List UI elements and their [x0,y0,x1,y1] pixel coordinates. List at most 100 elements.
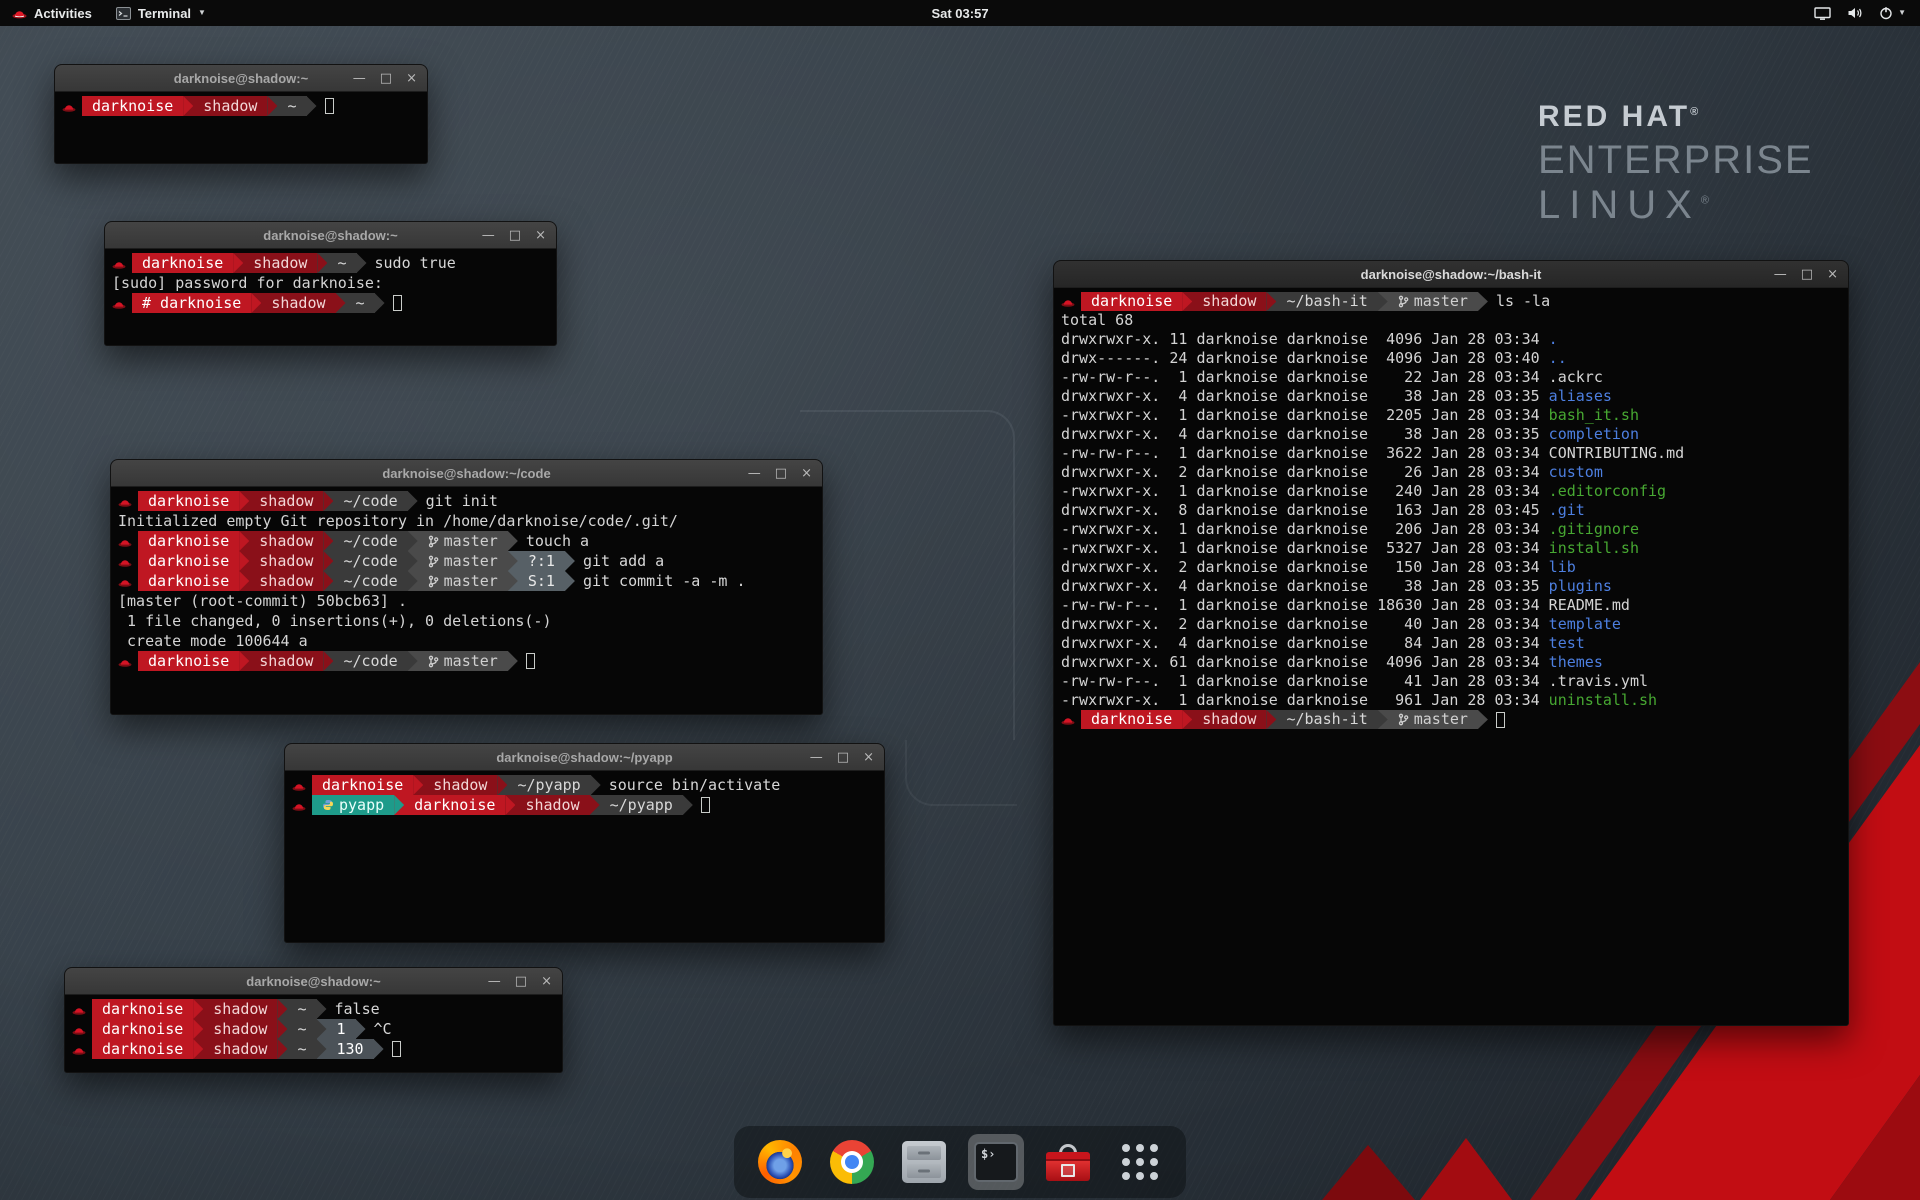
window-title: darknoise@shadow:~/bash-it [1361,267,1542,282]
terminal-icon [974,1142,1018,1182]
maximize-button[interactable]: □ [837,751,849,764]
window-titlebar[interactable]: darknoise@shadow:~/bash-it — □ × [1054,261,1848,288]
terminal-window-sudo[interactable]: darknoise@shadow:~—□×darknoiseshadow~sud… [104,221,557,346]
window-title: darknoise@shadow:~ [174,71,308,86]
maximize-button[interactable]: □ [1801,268,1813,281]
terminal-line: 1 file changed, 0 insertions(+), 0 delet… [118,611,815,631]
terminal-line: drwxrwxr-x. 2 darknoise darknoise 26 Jan… [1061,463,1841,482]
powerline-separator [1478,710,1488,729]
prompt-segment-path: ~/code [333,571,407,591]
dock-item-firefox[interactable] [752,1134,808,1190]
output-text: install.sh [1549,539,1639,558]
close-button[interactable]: × [863,751,874,764]
minimize-button[interactable]: — [748,467,761,480]
terminal-cursor [526,653,535,669]
minimize-button[interactable]: — [1774,268,1787,281]
terminal-line: darknoiseshadow~130 [72,1039,555,1059]
terminal-body[interactable]: darknoiseshadow~/pyappsource bin/activat… [285,771,884,819]
window-titlebar[interactable]: darknoise@shadow:~—□× [105,222,556,249]
powerline-separator [394,795,404,815]
terminal-body[interactable]: darknoiseshadow~ [55,92,427,120]
dock-item-terminal[interactable] [968,1134,1024,1190]
dock-item-files[interactable] [896,1134,952,1190]
powerline-separator [497,775,507,795]
prompt-segment-venv: pyapp [312,795,394,815]
prompt-segment-host: shadow [515,795,589,815]
desktop: RED HAT® ENTERPRISE LINUX® Activities Te… [0,0,1920,1200]
terminal-line: # darknoiseshadow~ [112,293,549,313]
terminal-body[interactable]: darknoiseshadow~sudo true[sudo] password… [105,249,556,317]
maximize-button[interactable]: □ [515,975,527,988]
redhat-prompt-icon [118,556,132,567]
close-button[interactable]: × [406,72,417,85]
close-button[interactable]: × [535,229,546,242]
output-text: drwxrwxr-x. 11 darknoise darknoise 4096 … [1061,330,1549,349]
terminal-window-bash-it[interactable]: darknoise@shadow:~/bash-it — □ × darknoisesh… [1053,260,1849,1026]
output-text: create mode 100644 a [118,631,308,651]
command-text: false [335,999,380,1019]
window-title: darknoise@shadow:~/code [382,466,550,481]
redhat-prompt-icon [112,298,126,309]
prompt-segment-path: ~/pyapp [600,795,683,815]
clock[interactable]: Sat 03:57 [931,6,988,21]
minimize-button[interactable]: — [482,229,495,242]
minimize-button[interactable]: — [810,751,823,764]
powerline-separator [239,571,249,591]
terminal-window-pyapp[interactable]: darknoise@shadow:~/pyapp—□×darknoiseshad… [284,743,885,943]
close-button[interactable]: × [1827,268,1838,281]
minimize-button[interactable]: — [488,975,501,988]
terminal-line: drwxrwxr-x. 4 darknoise darknoise 38 Jan… [1061,425,1841,444]
prompt-segment-user: darknoise [1081,710,1182,729]
powerline-separator [357,253,367,273]
powerline-separator [565,571,575,591]
terminal-body[interactable]: darknoiseshadow~/bash-itmasterls -latota… [1054,288,1848,733]
output-text: .ackrc [1549,368,1603,387]
prompt-segment-git: master [418,571,508,591]
maximize-button[interactable]: □ [509,229,521,242]
powerline-separator [374,1039,384,1059]
dock-item-chrome[interactable] [824,1134,880,1190]
powerline-separator [317,999,327,1019]
volume-status-button[interactable] [1847,6,1863,20]
window-titlebar[interactable]: darknoise@shadow:~—□× [65,968,562,995]
minimize-button[interactable]: — [353,72,366,85]
branding-enterprise: ENTERPRISE [1538,138,1814,183]
terminal-body[interactable]: darknoiseshadow~falsedarknoiseshadow~1^C… [65,995,562,1063]
prompt-segment-host: shadow [243,253,317,273]
redhat-prompt-icon [112,258,126,269]
display-status-button[interactable] [1814,7,1831,20]
window-titlebar[interactable]: darknoise@shadow:~ — □ × [55,65,427,92]
powerline-separator [233,253,243,273]
terminal-window-home-1[interactable]: darknoise@shadow:~ — □ × darknoiseshadow~ [54,64,428,164]
prompt-segment-git: master [418,551,508,571]
terminal-line: [master (root-commit) 50bcb63] . [118,591,815,611]
terminal-body[interactable]: darknoiseshadow~/codegit initInitialized… [111,487,822,675]
maximize-button[interactable]: □ [775,467,787,480]
activities-button[interactable]: Activities [0,0,104,26]
volume-icon [1847,6,1863,20]
maximize-button[interactable]: □ [380,72,392,85]
window-titlebar[interactable]: darknoise@shadow:~/code — □ × [111,460,822,487]
powerline-separator [323,531,333,551]
prompt-segment-exit: 1 [327,1019,356,1039]
powerline-separator [317,1019,327,1039]
redhat-prompt-icon [1061,714,1075,725]
prompt-segment-user: darknoise [312,775,413,795]
dock-item-software[interactable] [1040,1134,1096,1190]
display-icon [1814,7,1831,20]
close-button[interactable]: × [801,467,812,480]
app-menu-terminal[interactable]: Terminal ▼ [104,0,218,26]
redhat-prompt-icon [72,1044,86,1055]
terminal-line: darknoiseshadow~sudo true [112,253,549,273]
dock-item-app-grid[interactable] [1112,1134,1168,1190]
activities-label: Activities [34,6,92,21]
terminal-window-code[interactable]: darknoise@shadow:~/code — □ × darknoiseshado… [110,459,823,715]
terminal-line: drwxrwxr-x. 2 darknoise darknoise 150 Ja… [1061,558,1841,577]
close-button[interactable]: × [541,975,552,988]
git-branch-icon [428,535,439,548]
terminal-line: -rwxrwxr-x. 1 darknoise darknoise 5327 J… [1061,539,1841,558]
powerline-separator [683,795,693,815]
terminal-window-exit-codes[interactable]: darknoise@shadow:~—□×darknoiseshadow~fal… [64,967,563,1073]
power-menu-button[interactable]: ▼ [1879,6,1906,20]
window-titlebar[interactable]: darknoise@shadow:~/pyapp—□× [285,744,884,771]
